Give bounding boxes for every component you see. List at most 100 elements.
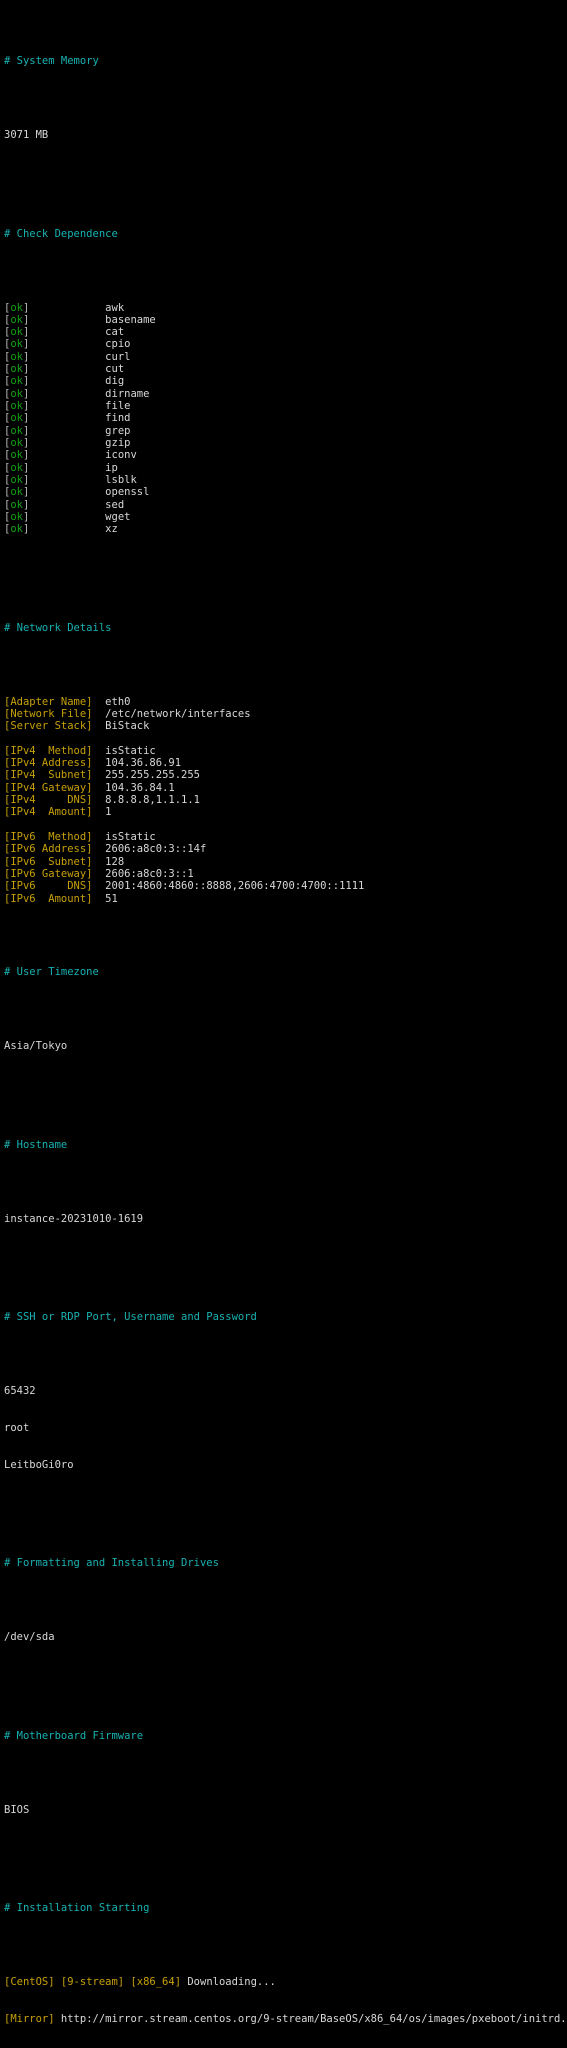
gap [29, 511, 105, 523]
distro-badge: [CentOS] [4, 1976, 55, 1988]
dependency-row: [ok] dirname [4, 388, 567, 400]
dependency-row: [ok] cpio [4, 338, 567, 350]
gap [93, 782, 106, 794]
dependency-row: [ok] openssl [4, 486, 567, 498]
dependency-name: wget [105, 511, 130, 523]
gap [29, 351, 105, 363]
gap [93, 769, 106, 781]
dependency-name: sed [105, 499, 124, 511]
network-detail-row: [IPv6 Gateway] 2606:a8c0:3::1 [4, 868, 567, 880]
spacer [4, 265, 567, 277]
section-heading-installation-starting: # Installation Starting [4, 1902, 567, 1914]
dependency-name: curl [105, 351, 130, 363]
network-detail-label: [IPv6 DNS] [4, 880, 93, 892]
hostname-value: instance-20231010-1619 [4, 1213, 567, 1225]
section-heading-network-details: # Network Details [4, 622, 567, 634]
gap [29, 388, 105, 400]
network-detail-value: 1 [105, 806, 111, 818]
dependency-name: iconv [105, 449, 137, 461]
version-badge: [9-stream] [61, 1976, 124, 1988]
section-heading-formatting-drives: # Formatting and Installing Drives [4, 1557, 567, 1569]
dependency-name: ip [105, 462, 118, 474]
network-detail-row: [Adapter Name] eth0 [4, 696, 567, 708]
network-detail-row: [IPv6 Address] 2606:a8c0:3::14f [4, 843, 567, 855]
dependency-name: xz [105, 523, 118, 535]
system-memory-value: 3071 MB [4, 129, 567, 141]
download-status-line: [CentOS] [9-stream] [x86_64] Downloading… [4, 1976, 567, 1988]
spacer [4, 1767, 567, 1779]
dependency-row: [ok] grep [4, 425, 567, 437]
dependency-name: file [105, 400, 130, 412]
network-detail-label: [IPv6 Gateway] [4, 868, 93, 880]
spacer [4, 560, 567, 572]
dependency-status: ok [10, 474, 23, 486]
dependency-row: [ok] xz [4, 523, 567, 535]
dependency-row: [ok] awk [4, 302, 567, 314]
section-heading-user-timezone: # User Timezone [4, 966, 567, 978]
spacer [4, 92, 567, 104]
network-detail-row: [IPv4 Subnet] 255.255.255.255 [4, 769, 567, 781]
network-detail-row: [IPv6 DNS] 2001:4860:4860::8888,2606:470… [4, 880, 567, 892]
dependency-status: ok [10, 351, 23, 363]
network-detail-value: BiStack [105, 720, 149, 732]
network-detail-value: 2001:4860:4860::8888,2606:4700:4700::111… [105, 880, 364, 892]
section-heading-check-dependence: # Check Dependence [4, 228, 567, 240]
dependency-row: [ok] lsblk [4, 474, 567, 486]
gap [93, 806, 106, 818]
dependency-list: [ok] awk[ok] basename[ok] cat[ok] cpio[o… [4, 302, 567, 536]
network-details-list: [Adapter Name] eth0[Network File] /etc/n… [4, 696, 567, 918]
network-detail-value: 104.36.86.91 [105, 757, 181, 769]
dependency-name: awk [105, 302, 124, 314]
gap [93, 757, 106, 769]
gap [29, 338, 105, 350]
network-detail-row: [Network File] /etc/network/interfaces [4, 708, 567, 720]
spacer [4, 732, 567, 744]
gap [93, 868, 106, 880]
gap [29, 437, 105, 449]
dependency-status: ok [10, 412, 23, 424]
spacer [4, 819, 567, 831]
gap [93, 794, 106, 806]
dependency-name: dirname [105, 388, 149, 400]
dependency-status: ok [10, 363, 23, 375]
network-detail-label: [Network File] [4, 708, 93, 720]
spacer [4, 1348, 567, 1360]
network-detail-label: [IPv4 DNS] [4, 794, 93, 806]
gap [29, 375, 105, 387]
dependency-name: basename [105, 314, 156, 326]
dependency-status: ok [10, 314, 23, 326]
network-detail-value: 104.36.84.1 [105, 782, 175, 794]
network-detail-label: [IPv4 Amount] [4, 806, 93, 818]
ssh-password-value: LeitboGi0ro [4, 1459, 567, 1471]
dependency-status: ok [10, 462, 23, 474]
section-heading-motherboard-firmware: # Motherboard Firmware [4, 1730, 567, 1742]
spacer [4, 905, 567, 917]
spacer [4, 1668, 567, 1680]
gap [29, 499, 105, 511]
timezone-value: Asia/Tokyo [4, 1040, 567, 1052]
dependency-status: ok [10, 499, 23, 511]
dependency-status: ok [10, 388, 23, 400]
dependency-name: gzip [105, 437, 130, 449]
network-detail-row: [IPv4 Method] isStatic [4, 745, 567, 757]
gap [29, 449, 105, 461]
dependency-status: ok [10, 523, 23, 535]
dependency-name: lsblk [105, 474, 137, 486]
dependency-row: [ok] wget [4, 511, 567, 523]
spacer [4, 1176, 567, 1188]
dependency-name: cat [105, 326, 124, 338]
network-detail-row: [IPv4 DNS] 8.8.8.8,1.1.1.1 [4, 794, 567, 806]
network-detail-row: [IPv4 Gateway] 104.36.84.1 [4, 782, 567, 794]
dependency-status: ok [10, 486, 23, 498]
network-detail-value: eth0 [105, 696, 130, 708]
gap [29, 425, 105, 437]
gap [93, 831, 106, 843]
gap [93, 893, 106, 905]
network-detail-value: 255.255.255.255 [105, 769, 200, 781]
spacer [4, 1496, 567, 1508]
network-detail-value: 51 [105, 893, 118, 905]
dependency-row: [ok] iconv [4, 449, 567, 461]
gap [93, 856, 106, 868]
dependency-status: ok [10, 338, 23, 350]
spacer [4, 659, 567, 671]
